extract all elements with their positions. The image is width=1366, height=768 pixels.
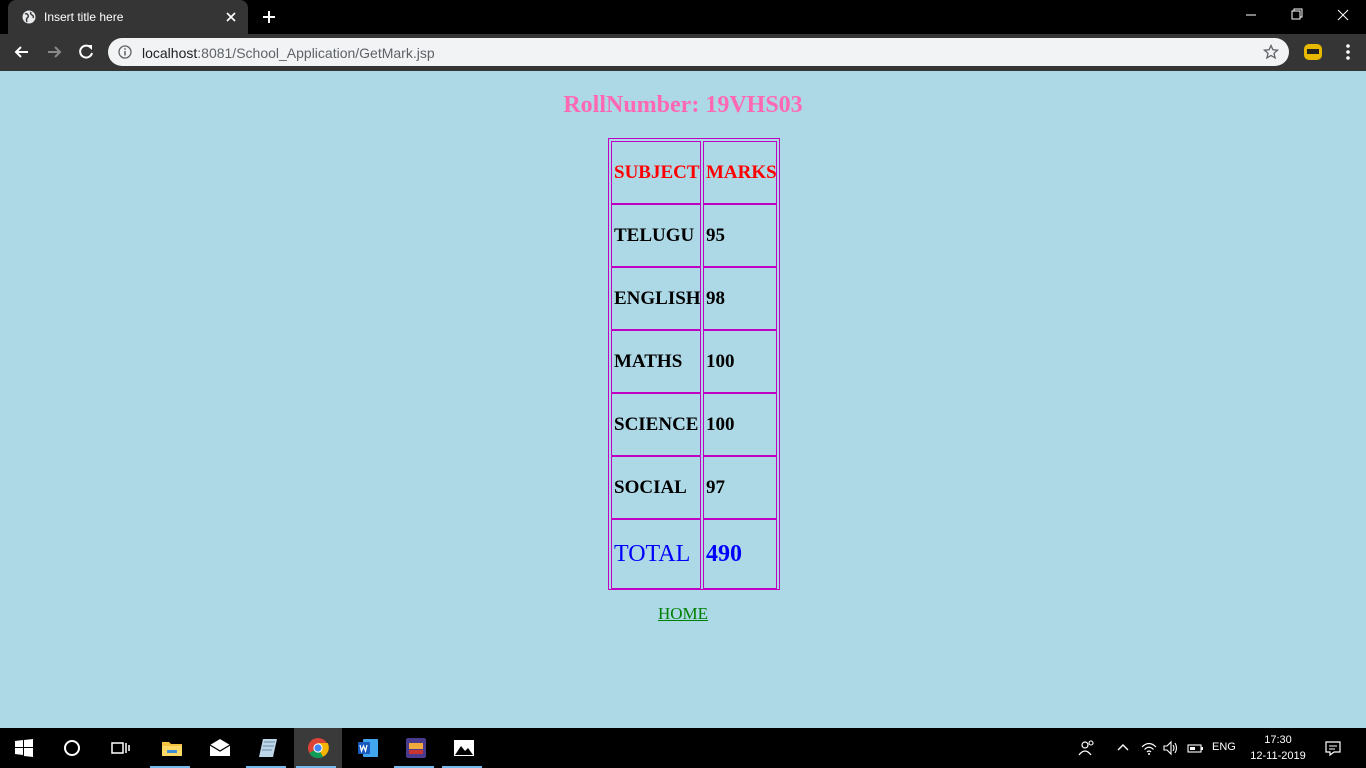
browser-tab[interactable]: Insert title here: [8, 0, 248, 34]
subject-cell: SOCIAL: [611, 456, 701, 519]
marks-cell: 100: [703, 330, 777, 393]
game-icon: [406, 738, 426, 758]
total-label: TOTAL: [611, 519, 701, 589]
tab-title: Insert title here: [44, 10, 124, 24]
notes-button[interactable]: [244, 728, 292, 768]
game-button[interactable]: [392, 728, 440, 768]
photos-button[interactable]: [440, 728, 488, 768]
marks-table: SUBJECT MARKS TELUGU 95 ENGLISH 98 MATHS…: [608, 138, 780, 590]
clock[interactable]: 17:30 12-11-2019: [1248, 732, 1308, 764]
windows-start-icon: [15, 739, 33, 757]
globe-icon: [22, 10, 36, 24]
roll-number-value: 19VHS03: [705, 92, 803, 118]
cortana-icon: [64, 740, 80, 756]
url-text: localhost:8081/School_Application/GetMar…: [142, 45, 435, 61]
table-header-row: SUBJECT MARKS: [610, 140, 778, 204]
task-view-icon: [111, 742, 130, 754]
table-row: ENGLISH 98: [610, 266, 778, 330]
photos-icon: [454, 740, 474, 756]
table-row: MATHS 100: [610, 329, 778, 393]
subject-cell: MATHS: [611, 330, 701, 393]
header-marks: MARKS: [703, 141, 777, 204]
restore-icon[interactable]: [1274, 0, 1320, 30]
browser-titlebar: Insert title here: [0, 0, 1366, 34]
forward-icon[interactable]: [44, 42, 64, 62]
marks-cell: 95: [703, 204, 777, 267]
file-explorer-button[interactable]: [148, 728, 196, 768]
language-indicator[interactable]: ENG: [1212, 741, 1236, 753]
minimize-icon[interactable]: [1228, 0, 1274, 30]
task-view-button[interactable]: [96, 728, 144, 768]
roll-number-label: RollNumber:: [563, 92, 700, 118]
chevron-up-icon[interactable]: [1114, 739, 1132, 757]
mail-button[interactable]: [196, 728, 244, 768]
clock-time: 17:30: [1264, 734, 1292, 746]
window-close-icon[interactable]: [1320, 0, 1366, 30]
windows-taskbar: ENG 17:30 12-11-2019: [0, 728, 1366, 768]
info-icon[interactable]: [118, 45, 132, 59]
word-icon: [358, 739, 378, 757]
chrome-button[interactable]: [294, 728, 342, 768]
marks-cell: 100: [703, 393, 777, 456]
notifications-icon[interactable]: [1324, 739, 1342, 757]
back-icon[interactable]: [12, 42, 32, 62]
start-button[interactable]: [0, 728, 48, 768]
extension-icon[interactable]: [1303, 42, 1323, 62]
table-row: SCIENCE 100: [610, 392, 778, 456]
mail-icon: [209, 739, 231, 756]
roll-number-heading: RollNumber: 19VHS03: [0, 91, 1366, 119]
marks-cell: 97: [703, 456, 777, 519]
volume-icon[interactable]: [1162, 739, 1180, 757]
marks-cell: 98: [703, 267, 777, 330]
file-explorer-icon: [162, 742, 182, 756]
subject-cell: TELUGU: [611, 204, 701, 267]
table-row: SOCIAL 97: [610, 455, 778, 519]
subject-cell: ENGLISH: [611, 267, 701, 330]
subject-cell: SCIENCE: [611, 393, 701, 456]
battery-icon[interactable]: [1186, 739, 1204, 757]
wifi-icon[interactable]: [1140, 739, 1158, 757]
kebab-menu-icon[interactable]: [1338, 42, 1358, 62]
table-total-row: TOTAL 490: [610, 518, 778, 589]
table-row: TELUGU 95: [610, 203, 778, 267]
address-bar[interactable]: localhost:8081/School_Application/GetMar…: [108, 38, 1289, 66]
total-value: 490: [703, 519, 777, 589]
clock-date: 12-11-2019: [1250, 750, 1306, 762]
header-subject: SUBJECT: [611, 141, 701, 204]
word-button[interactable]: [344, 728, 392, 768]
close-tab-icon[interactable]: [224, 10, 238, 24]
page-content: RollNumber: 19VHS03 SUBJECT MARKS TELUGU…: [0, 71, 1366, 728]
notes-icon: [259, 739, 277, 757]
home-link[interactable]: HOME: [658, 604, 708, 624]
browser-toolbar: localhost:8081/School_Application/GetMar…: [0, 34, 1366, 71]
people-icon[interactable]: [1078, 739, 1096, 757]
chrome-icon: [308, 738, 329, 759]
new-tab-icon[interactable]: [261, 9, 277, 25]
cortana-button[interactable]: [48, 728, 96, 768]
bookmark-star-icon[interactable]: [1263, 44, 1279, 60]
reload-icon[interactable]: [76, 42, 96, 62]
